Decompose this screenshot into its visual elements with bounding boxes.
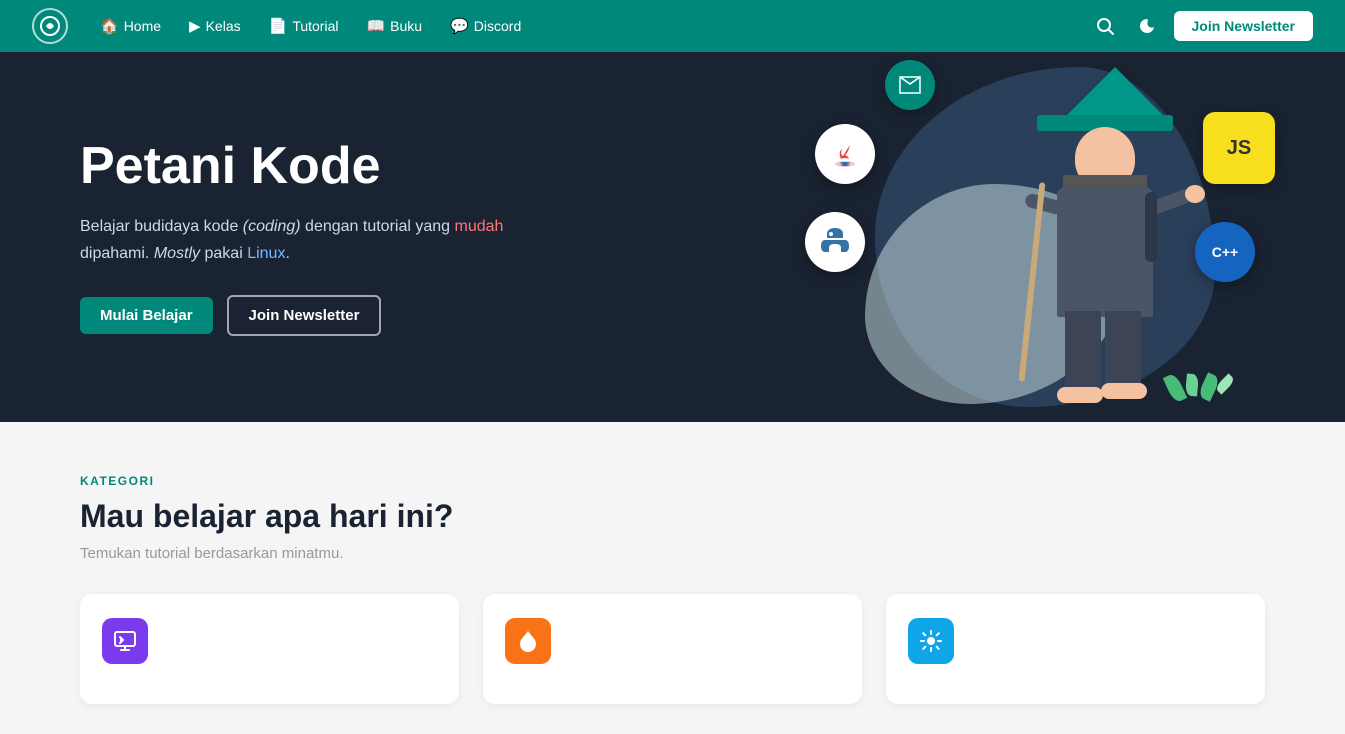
hero-title: Petani Kode — [80, 138, 660, 195]
nav-item-home[interactable]: 🏠 Home — [88, 11, 173, 41]
python-icon — [805, 212, 865, 272]
category-icon-2 — [505, 618, 551, 664]
nav-right: Join Newsletter — [1090, 11, 1313, 41]
logo[interactable] — [32, 8, 68, 44]
hero-section: Petani Kode Belajar budidaya kode (codin… — [0, 52, 1345, 422]
char-left-foot — [1057, 387, 1103, 403]
join-newsletter-nav-button[interactable]: Join Newsletter — [1174, 11, 1313, 41]
nav-item-kelas[interactable]: ▶ Kelas — [177, 11, 253, 41]
nav-item-tutorial[interactable]: 📄 Tutorial — [257, 11, 351, 41]
home-icon: 🏠 — [100, 17, 119, 35]
hero-coding-text: (coding) — [243, 218, 301, 235]
hero-mostly-text: Mostly — [154, 245, 200, 262]
search-button[interactable] — [1090, 11, 1120, 41]
nav-item-buku[interactable]: 📖 Buku — [354, 11, 434, 41]
hero-content: Petani Kode Belajar budidaya kode (codin… — [80, 138, 660, 337]
paper-icon — [885, 60, 935, 110]
char-right-leg — [1105, 311, 1141, 391]
char-backpack — [1145, 192, 1157, 262]
category-card-3[interactable] — [886, 594, 1265, 704]
leaf-2 — [1185, 374, 1199, 397]
hero-illustration: JS C++ — [805, 52, 1285, 422]
navbar: 🏠 Home ▶ Kelas 📄 Tutorial 📖 Buku 💬 Disco… — [0, 0, 1345, 52]
category-icon-1 — [102, 618, 148, 664]
java-icon — [815, 124, 875, 184]
char-left-leg — [1065, 311, 1101, 396]
categories-section: KATEGORI Mau belajar apa hari ini? Temuk… — [0, 422, 1345, 734]
categories-tag: KATEGORI — [80, 474, 1265, 488]
char-hand — [1185, 185, 1205, 203]
categories-title: Mau belajar apa hari ini? — [80, 498, 1265, 535]
nav-links: 🏠 Home ▶ Kelas 📄 Tutorial 📖 Buku 💬 Disco… — [88, 11, 1082, 41]
character — [1005, 67, 1205, 412]
char-hat — [1060, 67, 1170, 122]
play-icon: ▶ — [189, 17, 201, 35]
book-icon: 📖 — [366, 17, 385, 35]
char-staff — [1019, 182, 1046, 382]
doc-icon: 📄 — [269, 17, 288, 35]
category-card-2[interactable] — [483, 594, 862, 704]
char-body — [1057, 187, 1153, 317]
discord-icon: 💬 — [450, 17, 469, 35]
leaves — [1168, 374, 1230, 402]
theme-toggle-button[interactable] — [1132, 11, 1162, 41]
join-newsletter-hero-button[interactable]: Join Newsletter — [227, 295, 382, 336]
char-right-foot — [1101, 383, 1147, 399]
category-card-1[interactable] — [80, 594, 459, 704]
hero-linux-text: Linux — [247, 245, 285, 262]
hero-buttons: Mulai Belajar Join Newsletter — [80, 295, 660, 336]
hero-mudah-text: mudah — [454, 218, 503, 235]
nav-item-discord[interactable]: 💬 Discord — [438, 11, 533, 41]
hero-description: Belajar budidaya kode (coding) dengan tu… — [80, 213, 660, 267]
start-learning-button[interactable]: Mulai Belajar — [80, 297, 213, 334]
categories-subtitle: Temukan tutorial berdasarkan minatmu. — [80, 545, 1265, 562]
category-icon-3 — [908, 618, 954, 664]
javascript-icon: JS — [1203, 112, 1275, 184]
cards-row — [80, 594, 1265, 704]
